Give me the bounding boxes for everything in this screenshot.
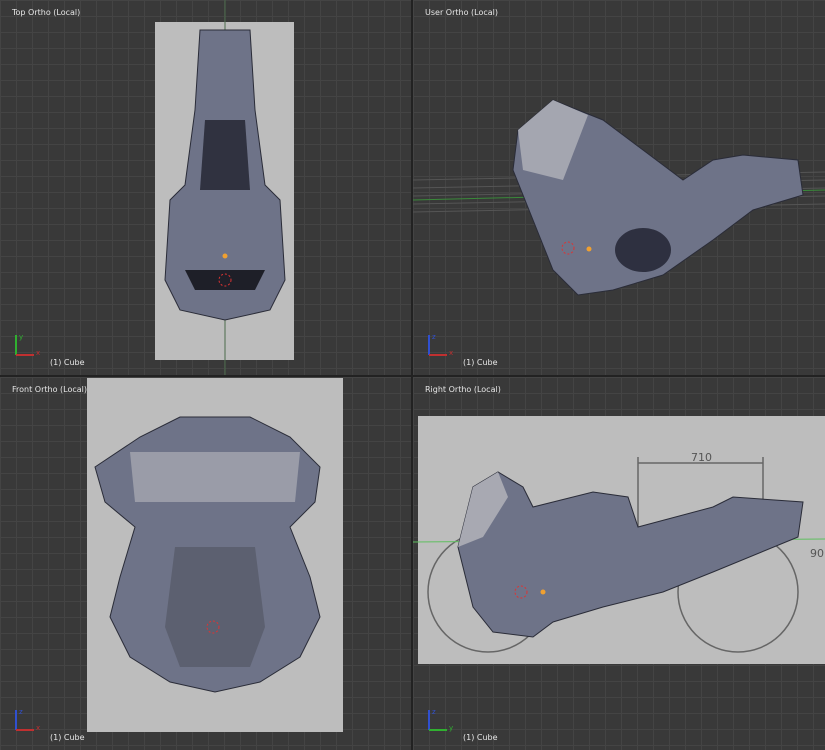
svg-text:z: z <box>19 708 23 716</box>
axis-gizmo: zx <box>15 708 40 732</box>
axis-gizmo: zy <box>428 708 453 732</box>
viewport-front-ortho[interactable]: Front Ortho (Local) zx (1) Cube <box>0 377 411 750</box>
viewport-title: Front Ortho (Local) <box>12 385 87 394</box>
viewport-user-ortho[interactable]: User Ortho (Local) zx (1) Cube <box>413 0 825 375</box>
axis-gizmo: zx <box>428 333 453 357</box>
svg-text:x: x <box>449 349 453 357</box>
svg-text:x: x <box>36 724 40 732</box>
active-object-label: (1) Cube <box>50 358 85 367</box>
mesh-front-view <box>94 416 321 693</box>
axis-gizmo: yx <box>15 333 40 357</box>
svg-text:z: z <box>432 333 436 341</box>
mesh-right-view: 710 90 <box>413 451 825 653</box>
dimension-label: 710 <box>691 451 712 464</box>
active-object-label: (1) Cube <box>463 358 498 367</box>
mesh-user-view <box>413 99 825 296</box>
active-object-label: (1) Cube <box>463 733 498 742</box>
viewport-title: User Ortho (Local) <box>425 8 498 17</box>
svg-text:z: z <box>432 708 436 716</box>
viewport-title: Right Ortho (Local) <box>425 385 501 394</box>
viewport-right-ortho[interactable]: 710 90 Right Ortho (Local) zy (1) Cube <box>413 377 825 750</box>
svg-text:x: x <box>36 349 40 357</box>
svg-text:y: y <box>449 724 453 732</box>
viewport-top-ortho[interactable]: Top Ortho (Local) yx (1) Cube <box>0 0 411 375</box>
mesh-top-view <box>164 0 286 375</box>
dimension-label: 90 <box>810 547 824 560</box>
active-object-label: (1) Cube <box>50 733 85 742</box>
viewport-title: Top Ortho (Local) <box>12 8 81 17</box>
svg-text:y: y <box>19 333 23 341</box>
